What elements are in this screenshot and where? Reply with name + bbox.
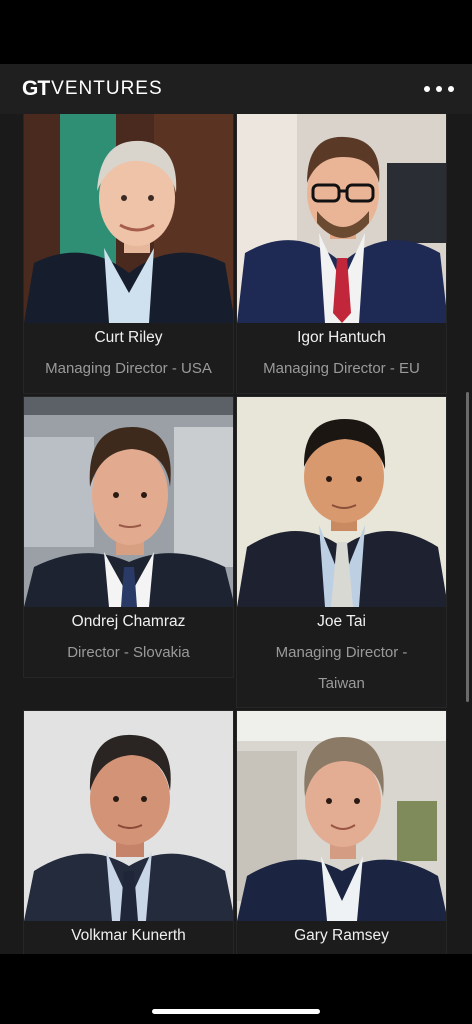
status-bar <box>0 0 472 64</box>
team-member-name: Igor Hantuch <box>297 329 386 346</box>
team-card[interactable]: Curt Riley Managing Director - USA <box>23 114 234 394</box>
team-card[interactable]: Igor Hantuch Managing Director - EU <box>236 114 447 394</box>
team-member-role: Director - Slovakia <box>67 644 190 661</box>
team-content[interactable]: Curt Riley Managing Director - USA Igor … <box>0 114 472 954</box>
team-photo-curt-riley <box>24 114 233 323</box>
team-card[interactable]: Ondrej Chamraz Director - Slovakia <box>23 396 234 678</box>
scrollbar[interactable] <box>466 392 469 702</box>
team-member-name: Ondrej Chamraz <box>71 613 186 630</box>
team-photo-igor-hantuch <box>237 114 446 323</box>
team-photo-gary-ramsey <box>237 711 446 921</box>
team-member-name: Volkmar Kunerth <box>71 927 186 944</box>
team-member-role-line: Managing Director - <box>275 644 408 661</box>
team-card[interactable]: Gary Ramsey <box>236 710 447 954</box>
dot <box>436 86 442 92</box>
team-member-name: Gary Ramsey <box>294 927 389 944</box>
team-member-role: Managing Director - Taiwan <box>243 637 440 699</box>
more-dots-icon[interactable] <box>424 82 454 96</box>
team-card[interactable]: Volkmar Kunerth <box>23 710 234 954</box>
dot <box>424 86 430 92</box>
logo-mark: GT <box>22 77 50 100</box>
team-photo-volkmar-kunerth <box>24 711 233 921</box>
team-photo-ondrej-chamraz <box>24 397 233 607</box>
team-member-name: Joe Tai <box>317 613 366 630</box>
app-header: GT VENTURES <box>0 64 472 115</box>
team-member-role-line: Taiwan <box>318 675 365 692</box>
team-member-name: Curt Riley <box>94 329 163 346</box>
team-member-role: Managing Director - EU <box>263 360 420 377</box>
team-member-role: Managing Director - USA <box>45 360 212 377</box>
dot <box>448 86 454 92</box>
gt-ventures-logo[interactable]: GT VENTURES <box>22 77 163 101</box>
team-photo-joe-tai <box>237 397 446 607</box>
team-card[interactable]: Joe Tai Managing Director - Taiwan <box>236 396 447 708</box>
logo-word: VENTURES <box>51 78 163 99</box>
home-indicator[interactable] <box>152 1009 320 1014</box>
